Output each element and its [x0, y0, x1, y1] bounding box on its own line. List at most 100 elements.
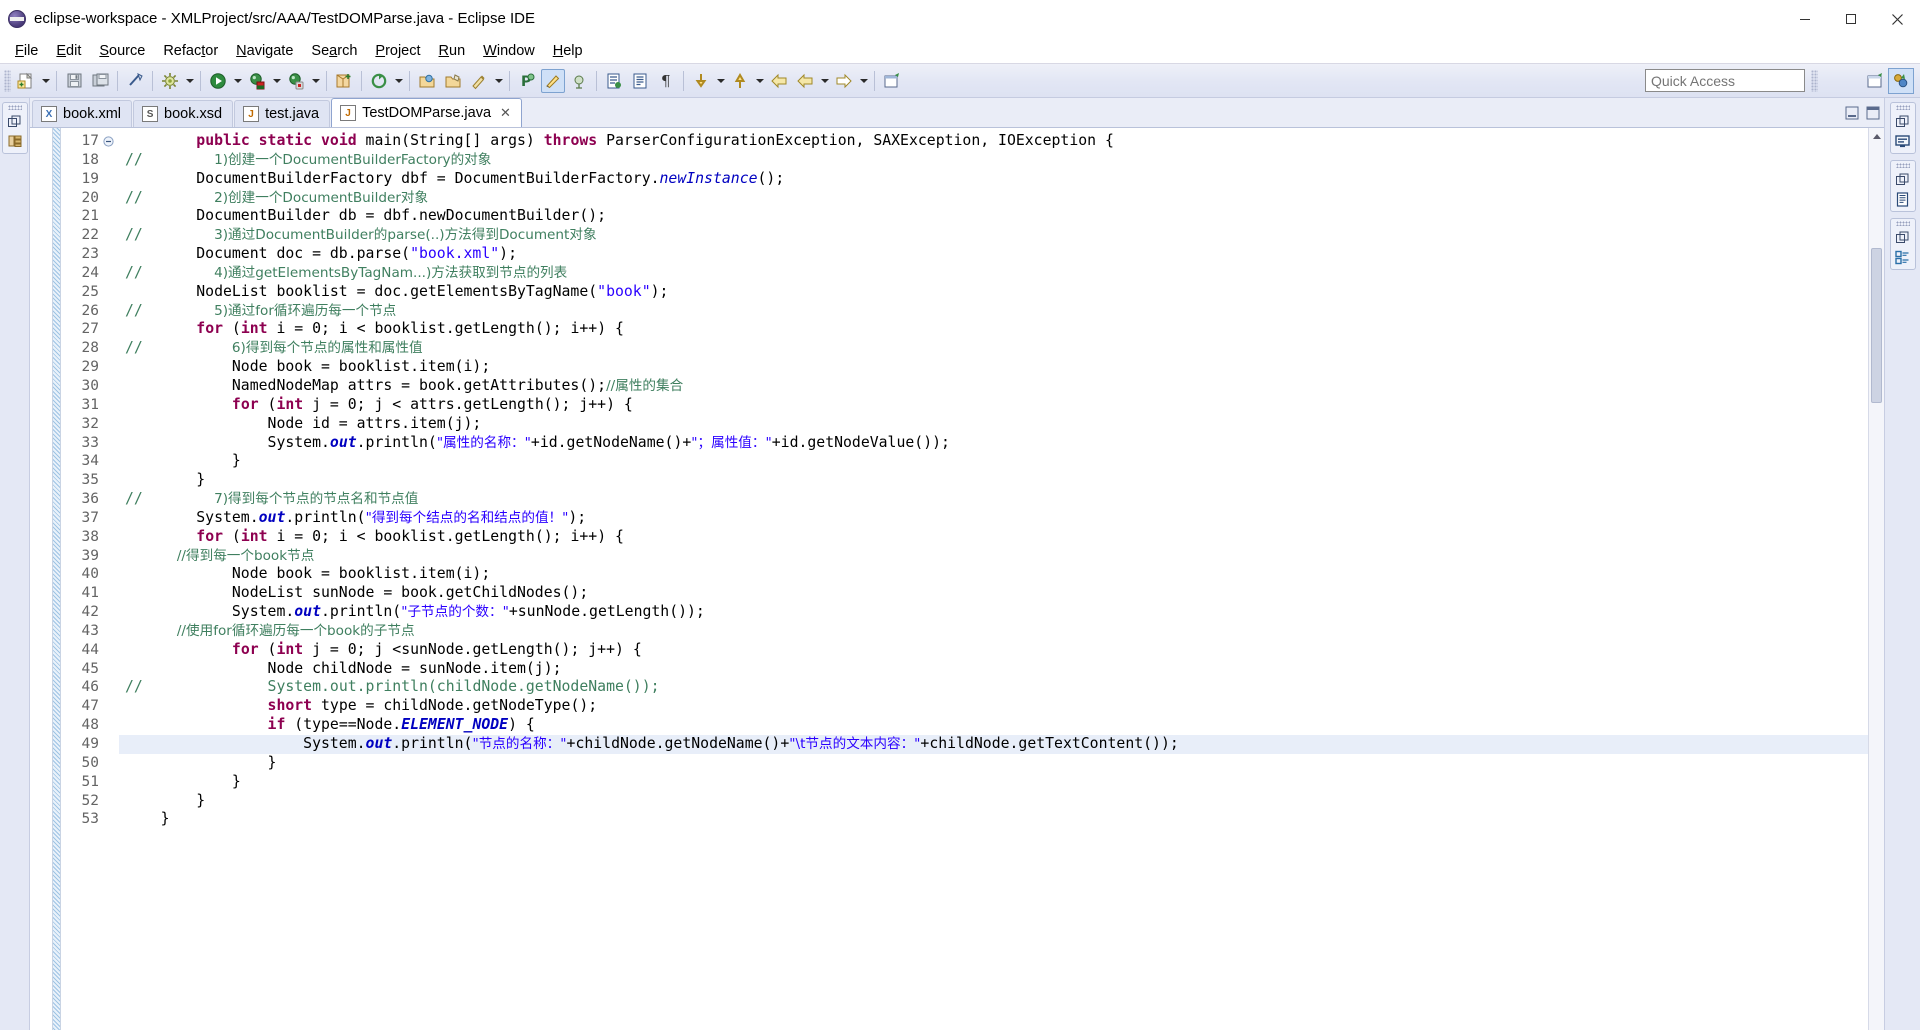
code-line[interactable]: // System.out.println(childNode.getNodeN… — [119, 678, 1868, 697]
next-annotation-icon[interactable] — [689, 69, 713, 93]
console-icon[interactable] — [1894, 132, 1912, 150]
code-line[interactable]: // 7)得到每个节点的节点名和节点值 — [119, 490, 1868, 509]
new-wizard-dropdown[interactable] — [39, 69, 52, 93]
new-editor-icon[interactable] — [880, 69, 904, 93]
minimize-editor-icon[interactable] — [1845, 106, 1859, 123]
outline-icon[interactable] — [1894, 248, 1912, 266]
menu-edit[interactable]: Edit — [47, 41, 90, 61]
code-line[interactable]: //使用for循环遍历每一个book的子节点 — [119, 622, 1868, 641]
code-line[interactable]: Node book = booklist.item(i); — [119, 358, 1868, 377]
next-annotation-dropdown[interactable] — [714, 69, 727, 93]
menu-search[interactable]: Search — [302, 41, 366, 61]
menu-refactor[interactable]: Refactor — [154, 41, 227, 61]
close-button[interactable] — [1874, 0, 1920, 38]
editor-tab-book-xml[interactable]: X book.xml — [32, 100, 133, 127]
stack-grip[interactable] — [1895, 163, 1910, 168]
coverage-dropdown[interactable] — [309, 69, 322, 93]
build-icon[interactable] — [158, 69, 182, 93]
restore-icon[interactable] — [1894, 170, 1912, 188]
pilcrow-icon[interactable]: ¶ — [654, 69, 678, 93]
code-line[interactable]: // 1)创建一个DocumentBuilderFactory的对象 — [119, 151, 1868, 170]
maximize-editor-icon[interactable] — [1866, 106, 1880, 123]
code-line[interactable]: // 6)得到每个节点的属性和属性值 — [119, 339, 1868, 358]
search-icon[interactable] — [467, 69, 491, 93]
code-line[interactable]: System.out.println("节点的名称："+childNode.ge… — [119, 735, 1868, 754]
code-line[interactable]: System.out.println("得到每个结点的名和结点的值！"); — [119, 509, 1868, 528]
close-icon[interactable]: ✕ — [500, 105, 511, 121]
save-all-icon[interactable] — [88, 69, 112, 93]
code-line[interactable]: System.out.println("子节点的个数："+sunNode.get… — [119, 603, 1868, 622]
problems-icon[interactable] — [1894, 190, 1912, 208]
code-line[interactable]: public static void main(String[] args) t… — [119, 132, 1868, 151]
vertical-scroll-thumb[interactable] — [1871, 248, 1882, 403]
debug-dropdown[interactable] — [270, 69, 283, 93]
fold-toggle-icon[interactable] — [103, 132, 119, 151]
save-icon[interactable] — [62, 69, 86, 93]
menu-help[interactable]: Help — [544, 41, 592, 61]
run-icon[interactable] — [206, 69, 230, 93]
toggle-mark-occurrences-icon[interactable] — [541, 68, 565, 93]
external-tools-icon[interactable] — [367, 69, 391, 93]
open-perspective-icon[interactable] — [1862, 68, 1888, 94]
code-line[interactable]: // 4)通过getElementsByTagNam...)方法获取到节点的列表 — [119, 264, 1868, 283]
quick-access-input[interactable] — [1645, 69, 1805, 92]
package-explorer-icon[interactable] — [6, 132, 24, 150]
external-tools-dropdown[interactable] — [392, 69, 405, 93]
code-line[interactable]: Node childNode = sunNode.item(j); — [119, 660, 1868, 679]
code-line[interactable]: Node book = booklist.item(i); — [119, 565, 1868, 584]
restore-icon[interactable] — [1894, 228, 1912, 246]
minimized-stack-problems[interactable] — [1889, 160, 1916, 212]
menu-project[interactable]: Project — [366, 41, 429, 61]
run-dropdown[interactable] — [231, 69, 244, 93]
code-line[interactable]: // 3)通过DocumentBuilder的parse(..)方法得到Docu… — [119, 226, 1868, 245]
java-perspective-icon[interactable] — [1888, 68, 1914, 94]
code-line[interactable]: } — [119, 792, 1868, 811]
code-line[interactable]: } — [119, 471, 1868, 490]
quick-fix-icon[interactable] — [123, 69, 147, 93]
code-line[interactable]: } — [119, 773, 1868, 792]
search-dropdown[interactable] — [492, 69, 505, 93]
code-line[interactable]: NamedNodeMap attrs = book.getAttributes(… — [119, 377, 1868, 396]
code-line[interactable]: short type = childNode.getNodeType(); — [119, 697, 1868, 716]
menu-source[interactable]: Source — [90, 41, 154, 61]
code-line[interactable]: // 5)通过for循环遍历每一个节点 — [119, 302, 1868, 321]
previous-annotation-dropdown[interactable] — [753, 69, 766, 93]
restore-icon[interactable] — [1894, 112, 1912, 130]
editor-annotation-ruler[interactable] — [52, 128, 61, 1030]
menu-window[interactable]: Window — [474, 41, 544, 61]
scroll-up-icon[interactable] — [1869, 128, 1884, 144]
code-line[interactable]: DocumentBuilder db = dbf.newDocumentBuil… — [119, 207, 1868, 226]
toolbar-grip[interactable] — [4, 69, 11, 92]
back-icon[interactable] — [767, 69, 791, 93]
code-line[interactable]: System.out.println("属性的名称："+id.getNodeNa… — [119, 434, 1868, 453]
code-line[interactable]: // 2)创建一个DocumentBuilder对象 — [119, 189, 1868, 208]
back-history-icon[interactable] — [793, 69, 817, 93]
stack-grip[interactable] — [1895, 221, 1910, 226]
toolbar-grip[interactable] — [1811, 69, 1818, 92]
menu-navigate[interactable]: Navigate — [227, 41, 302, 61]
build-dropdown[interactable] — [183, 69, 196, 93]
annotation-icon[interactable]: P — [515, 69, 539, 93]
code-line[interactable]: for (int i = 0; i < booklist.getLength()… — [119, 528, 1868, 547]
new-java-package-icon[interactable] — [332, 69, 356, 93]
show-whitespace-icon[interactable] — [567, 69, 591, 93]
editor-tab-book-xsd[interactable]: S book.xsd — [133, 100, 234, 127]
forward-icon[interactable] — [832, 69, 856, 93]
stack-grip[interactable] — [7, 105, 22, 110]
new-wizard-icon[interactable] — [14, 69, 38, 93]
forward-dropdown[interactable] — [857, 69, 870, 93]
minimized-stack-package-explorer[interactable] — [1, 102, 28, 154]
folding-ruler[interactable] — [103, 128, 119, 1030]
code-editor[interactable]: 17 18 19 20 21 22 23 24 25 26 27 28 29 30 31 32 33 34 35 36… — [30, 128, 1884, 1030]
menu-run[interactable]: Run — [430, 41, 475, 61]
minimized-stack-console[interactable] — [1889, 102, 1916, 154]
code-line[interactable]: NodeList sunNode = book.getChildNodes(); — [119, 584, 1868, 603]
open-type-icon[interactable] — [415, 69, 439, 93]
code-line[interactable]: } — [119, 810, 1868, 829]
minimized-stack-outline[interactable] — [1889, 218, 1916, 270]
previous-annotation-icon[interactable] — [728, 69, 752, 93]
code-line[interactable]: for (int j = 0; j < attrs.getLength(); j… — [119, 396, 1868, 415]
restore-icon[interactable] — [6, 112, 24, 130]
debug-icon[interactable] — [245, 69, 269, 93]
vertical-scrollbar[interactable] — [1868, 128, 1884, 1030]
